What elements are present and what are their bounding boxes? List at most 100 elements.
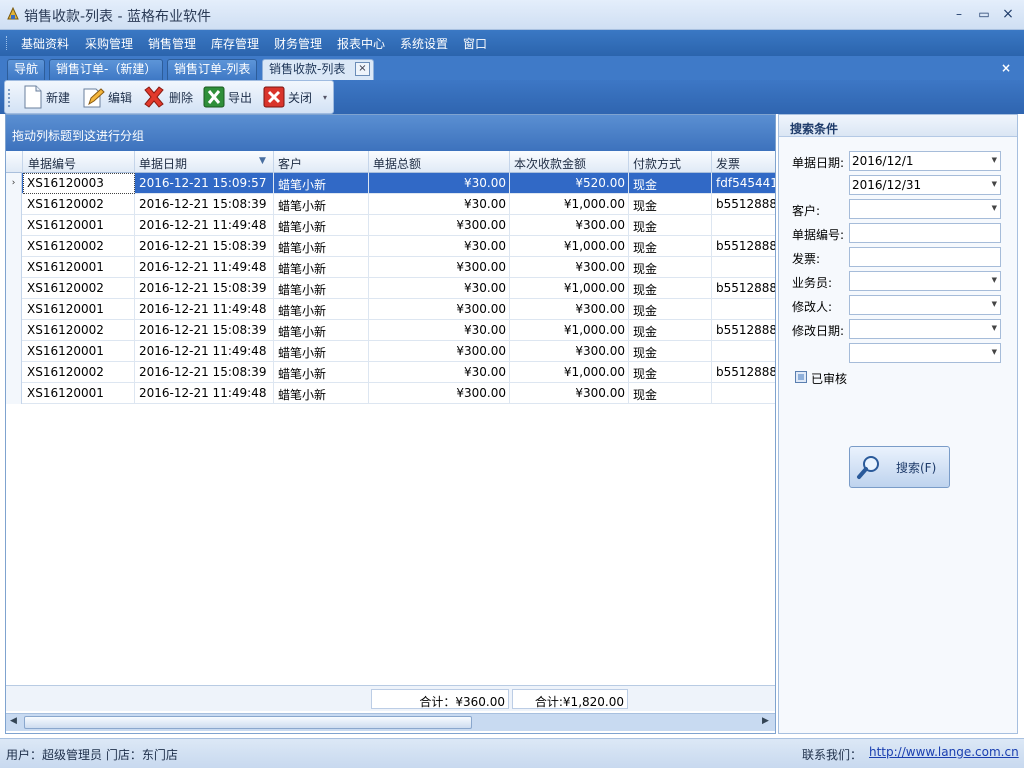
scroll-right-icon[interactable]: ▶ bbox=[762, 716, 769, 726]
cell-number[interactable]: XS16120001 bbox=[23, 383, 135, 404]
cell-total[interactable]: ¥30.00 bbox=[369, 236, 510, 257]
menu-reports[interactable]: 报表中心 bbox=[337, 35, 385, 52]
delete-button[interactable]: 删除 bbox=[142, 84, 193, 110]
cell-customer[interactable]: 蜡笔小新 bbox=[274, 341, 369, 362]
cell-received[interactable]: ¥300.00 bbox=[510, 215, 629, 236]
cell-payment[interactable]: 现金 bbox=[629, 278, 712, 299]
cell-invoice[interactable]: fdf545441 bbox=[712, 173, 775, 194]
horizontal-scrollbar[interactable]: ◀ ▶ bbox=[6, 713, 775, 731]
tab-close-button[interactable]: × bbox=[355, 62, 370, 76]
cell-payment[interactable]: 现金 bbox=[629, 320, 712, 341]
column-header-date[interactable]: 单据日期 bbox=[135, 151, 274, 173]
cell-payment[interactable]: 现金 bbox=[629, 173, 712, 194]
cell-payment[interactable]: 现金 bbox=[629, 236, 712, 257]
cell-invoice[interactable]: b55128888 bbox=[712, 320, 775, 341]
cell-received[interactable]: ¥1,000.00 bbox=[510, 236, 629, 257]
audited-checkbox[interactable] bbox=[795, 371, 807, 383]
cell-number[interactable]: XS16120002 bbox=[23, 194, 135, 215]
row-indicator[interactable] bbox=[6, 278, 22, 299]
cell-number[interactable]: XS16120001 bbox=[23, 215, 135, 236]
cell-total[interactable]: ¥30.00 bbox=[369, 173, 510, 194]
cell-payment[interactable]: 现金 bbox=[629, 257, 712, 278]
tab-sales-order-new[interactable]: 销售订单-（新建） bbox=[49, 59, 164, 80]
cell-received[interactable]: ¥1,000.00 bbox=[510, 194, 629, 215]
cell-customer[interactable]: 蜡笔小新 bbox=[274, 173, 369, 194]
cell-date[interactable]: 2016-12-21 15:09:57 bbox=[135, 173, 274, 194]
group-by-area[interactable]: 拖动列标题到这进行分组 bbox=[6, 115, 775, 151]
cell-invoice[interactable] bbox=[712, 215, 775, 236]
table-row[interactable]: XS16120001 2016-12-21 11:49:48 蜡笔小新 ¥300.00… bbox=[6, 383, 775, 404]
cell-date[interactable]: 2016-12-21 11:49:48 bbox=[135, 299, 274, 320]
cell-date[interactable]: 2016-12-21 11:49:48 bbox=[135, 257, 274, 278]
customer-select[interactable]: ▼ bbox=[849, 199, 1001, 219]
cell-customer[interactable]: 蜡笔小新 bbox=[274, 215, 369, 236]
cell-total[interactable]: ¥30.00 bbox=[369, 194, 510, 215]
modifier-select[interactable]: ▼ bbox=[849, 295, 1001, 315]
row-indicator[interactable] bbox=[6, 236, 22, 257]
cell-number[interactable]: XS16120002 bbox=[23, 278, 135, 299]
cell-payment[interactable]: 现金 bbox=[629, 341, 712, 362]
cell-customer[interactable]: 蜡笔小新 bbox=[274, 236, 369, 257]
table-row[interactable]: XS16120002 2016-12-21 15:08:39 蜡笔小新 ¥30.00 ¥… bbox=[6, 236, 775, 257]
search-button[interactable]: 搜索(F) bbox=[849, 446, 950, 488]
new-button[interactable]: 新建 bbox=[23, 84, 70, 110]
column-header-total[interactable]: 单据总额 bbox=[369, 151, 510, 173]
row-indicator[interactable] bbox=[6, 383, 22, 404]
column-header-payment[interactable]: 付款方式 bbox=[629, 151, 712, 173]
cell-total[interactable]: ¥300.00 bbox=[369, 341, 510, 362]
cell-payment[interactable]: 现金 bbox=[629, 215, 712, 236]
cell-number[interactable]: XS16120001 bbox=[23, 257, 135, 278]
cell-total[interactable]: ¥300.00 bbox=[369, 383, 510, 404]
menu-purchase[interactable]: 采购管理 bbox=[85, 35, 133, 52]
row-indicator[interactable] bbox=[6, 320, 22, 341]
menu-inventory[interactable]: 库存管理 bbox=[211, 35, 259, 52]
menu-sales[interactable]: 销售管理 bbox=[148, 35, 196, 52]
tab-navigation[interactable]: 导航 bbox=[7, 59, 46, 80]
cell-invoice[interactable]: b55128888 bbox=[712, 278, 775, 299]
maximize-button[interactable]: ▭ bbox=[973, 4, 995, 24]
column-header-received[interactable]: 本次收款金额 bbox=[510, 151, 629, 173]
row-indicator[interactable] bbox=[6, 194, 22, 215]
cell-customer[interactable]: 蜡笔小新 bbox=[274, 299, 369, 320]
date-from-picker[interactable]: 2016/12/1 ▼ bbox=[849, 151, 1001, 171]
menu-window[interactable]: 窗口 bbox=[463, 35, 487, 52]
number-input[interactable] bbox=[849, 223, 1001, 243]
menu-settings[interactable]: 系统设置 bbox=[400, 35, 448, 52]
cell-date[interactable]: 2016-12-21 15:08:39 bbox=[135, 194, 274, 215]
cell-received[interactable]: ¥300.00 bbox=[510, 383, 629, 404]
row-indicator[interactable] bbox=[6, 299, 22, 320]
cell-date[interactable]: 2016-12-21 11:49:48 bbox=[135, 215, 274, 236]
close-all-tabs-button[interactable]: × bbox=[1001, 61, 1011, 75]
cell-total[interactable]: ¥300.00 bbox=[369, 299, 510, 320]
toolbar-overflow-icon[interactable]: ▾ bbox=[323, 93, 327, 102]
cell-received[interactable]: ¥1,000.00 bbox=[510, 362, 629, 383]
row-indicator[interactable] bbox=[6, 341, 22, 362]
cell-customer[interactable]: 蜡笔小新 bbox=[274, 194, 369, 215]
status-website-link[interactable]: http://www.lange.com.cn bbox=[869, 745, 1019, 759]
minimize-button[interactable]: – bbox=[948, 4, 970, 24]
table-row[interactable]: XS16120001 2016-12-21 11:49:48 蜡笔小新 ¥300.00… bbox=[6, 341, 775, 362]
table-row[interactable]: XS16120001 2016-12-21 11:49:48 蜡笔小新 ¥300.00… bbox=[6, 299, 775, 320]
cell-invoice[interactable] bbox=[712, 383, 775, 404]
cell-total[interactable]: ¥300.00 bbox=[369, 257, 510, 278]
cell-received[interactable]: ¥300.00 bbox=[510, 257, 629, 278]
cell-total[interactable]: ¥30.00 bbox=[369, 362, 510, 383]
close-window-button[interactable]: × bbox=[997, 4, 1019, 24]
column-header-number[interactable]: 单据编号 bbox=[23, 151, 135, 173]
table-row[interactable]: XS16120002 2016-12-21 15:08:39 蜡笔小新 ¥30.00 ¥… bbox=[6, 194, 775, 215]
cell-customer[interactable]: 蜡笔小新 bbox=[274, 320, 369, 341]
table-row[interactable]: › XS16120003 2016-12-21 15:09:57 蜡笔小新 ¥30.00… bbox=[6, 173, 775, 194]
cell-received[interactable]: ¥1,000.00 bbox=[510, 320, 629, 341]
export-button[interactable]: 导出 bbox=[203, 84, 252, 110]
column-header-invoice[interactable]: 发票 bbox=[712, 151, 775, 173]
modified-date-to-picker[interactable]: ▼ bbox=[849, 343, 1001, 363]
cell-customer[interactable]: 蜡笔小新 bbox=[274, 257, 369, 278]
audited-label[interactable]: 已审核 bbox=[811, 370, 847, 387]
table-row[interactable]: XS16120001 2016-12-21 11:49:48 蜡笔小新 ¥300.00… bbox=[6, 215, 775, 236]
cell-date[interactable]: 2016-12-21 15:08:39 bbox=[135, 362, 274, 383]
invoice-input[interactable] bbox=[849, 247, 1001, 267]
cell-date[interactable]: 2016-12-21 15:08:39 bbox=[135, 278, 274, 299]
cell-received[interactable]: ¥300.00 bbox=[510, 299, 629, 320]
cell-invoice[interactable] bbox=[712, 257, 775, 278]
salesman-select[interactable]: ▼ bbox=[849, 271, 1001, 291]
